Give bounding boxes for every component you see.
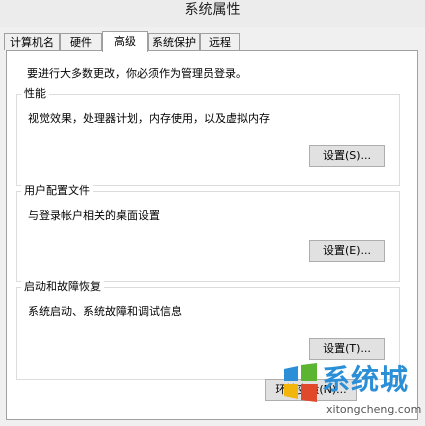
tab-computer-name[interactable]: 计算机名 [4,33,60,50]
user-profiles-settings-button[interactable]: 设置(E)... [309,240,385,262]
performance-settings-button[interactable]: 设置(S)... [309,145,385,167]
title-bar: 系统属性 [0,0,425,27]
tab-system-protection[interactable]: 系统保护 [148,33,200,50]
tab-remote[interactable]: 远程 [200,33,240,50]
startup-recovery-group-title: 启动和故障恢复 [21,280,104,294]
windows-logo-icon [284,363,317,402]
tab-hardware[interactable]: 硬件 [60,33,102,50]
performance-description: 视觉效果，处理器计划，内存使用，以及虚拟内存 [28,112,270,125]
user-profiles-description: 与登录帐户相关的桌面设置 [28,209,160,222]
window-title: 系统属性 [184,2,241,18]
watermark: 系统城 xitongcheng.com [274,353,425,426]
tab-advanced[interactable]: 高级 [102,31,148,52]
performance-group: 性能 视觉效果，处理器计划，内存使用，以及虚拟内存 设置(S)... [16,87,400,186]
admin-notice: 要进行大多数更改，你必须作为管理员登录。 [27,67,247,80]
user-profiles-group: 用户配置文件 与登录帐户相关的桌面设置 设置(E)... [16,184,400,282]
watermark-url: xitongcheng.com [326,403,422,416]
watermark-brand: 系统城 [322,363,410,396]
startup-recovery-description: 系统启动、系统故障和调试信息 [28,305,182,318]
performance-group-title: 性能 [21,87,49,101]
user-profiles-group-title: 用户配置文件 [21,184,93,198]
